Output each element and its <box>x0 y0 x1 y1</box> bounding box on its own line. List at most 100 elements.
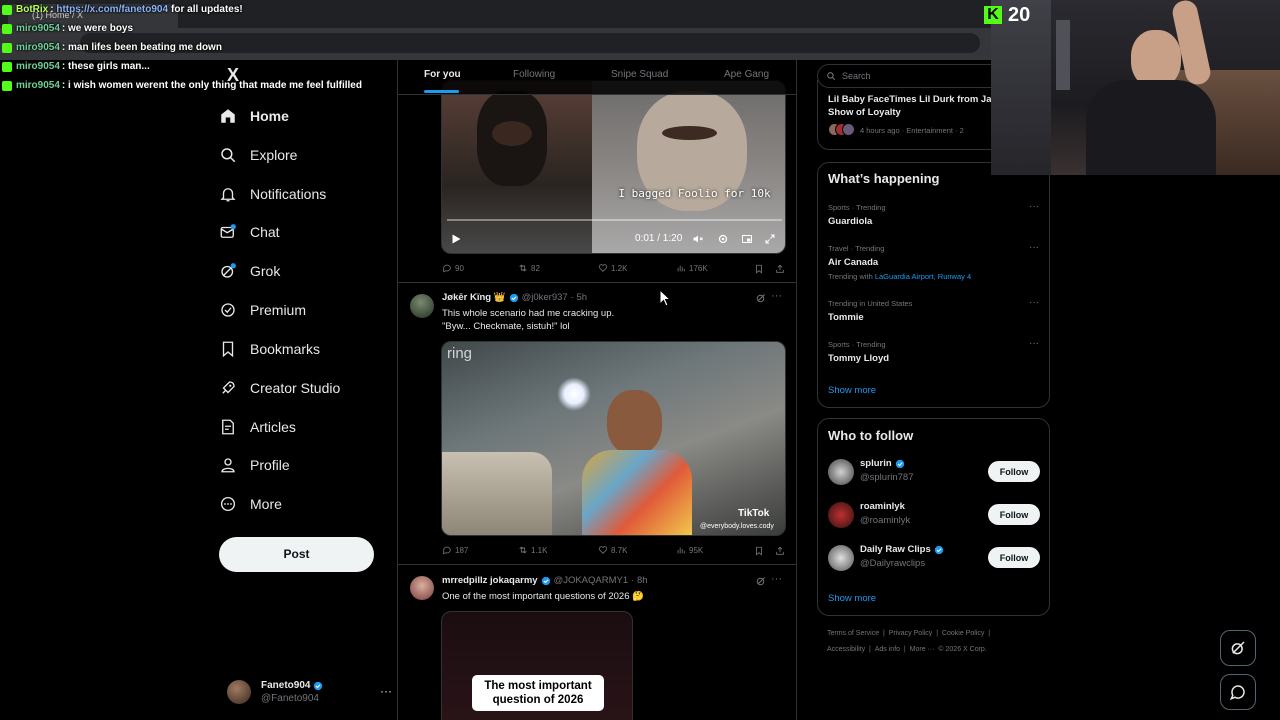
news-headline[interactable]: Lil Baby FaceTimes Lil Durk from Ja Show… <box>828 93 992 119</box>
news-meta: 4 hours ago · Entertainment · 2 <box>860 126 964 135</box>
footer-accessibility[interactable]: Accessibility <box>827 646 865 653</box>
chat-badge-icon <box>2 61 12 72</box>
pip-icon[interactable] <box>741 233 753 245</box>
post-text-line: This whole scenario had me cracking up. <box>442 308 615 319</box>
settings-icon[interactable] <box>717 233 729 245</box>
fullscreen-icon[interactable] <box>764 233 776 245</box>
kick-logo-icon: K <box>984 6 1002 24</box>
trend-more-icon[interactable]: ··· <box>1029 201 1039 212</box>
post-more-icon[interactable]: ··· <box>771 573 782 585</box>
trend-with-links[interactable]: LaGuardia Airport, Runway 4 <box>875 272 971 281</box>
footer-ads[interactable]: Ads info <box>875 646 900 653</box>
post-author-handle[interactable]: @j0ker937 <box>522 292 568 303</box>
active-tab-indicator <box>424 90 459 93</box>
follow-button[interactable]: Follow <box>988 504 1040 525</box>
footer-sep: | <box>936 630 939 637</box>
account-more-icon[interactable]: ··· <box>380 684 392 698</box>
footer-cookie[interactable]: Cookie Policy <box>942 630 984 637</box>
trend-more-icon[interactable]: ··· <box>1029 242 1039 253</box>
reply-button[interactable]: 187 <box>442 545 468 555</box>
post-button[interactable]: Post <box>219 537 374 572</box>
bookmark-icon[interactable] <box>754 546 764 556</box>
video-progress[interactable] <box>447 219 782 221</box>
footer-more[interactable]: More ··· <box>910 646 935 653</box>
follow-handle: @Dailyrawclips <box>860 558 926 569</box>
nav-label: Profile <box>250 457 290 473</box>
messages-float-button[interactable] <box>1220 674 1256 710</box>
verified-badge-icon <box>895 459 904 468</box>
follow-suggestion[interactable]: Daily Raw Clips @Dailyrawclips Follow <box>828 541 1040 575</box>
tab-ape-gang[interactable]: Ape Gang <box>724 69 769 80</box>
nav-premium[interactable]: Premium <box>219 291 306 329</box>
nav-explore[interactable]: Explore <box>219 136 297 174</box>
grok-float-button[interactable] <box>1220 630 1256 666</box>
nav-notifications[interactable]: Notifications <box>219 175 326 213</box>
repost-button[interactable]: 82 <box>518 263 540 273</box>
follow-button[interactable]: Follow <box>988 547 1040 568</box>
tab-following[interactable]: Following <box>513 69 555 80</box>
post-more-icon[interactable]: ··· <box>771 290 782 302</box>
nav-label: Articles <box>250 419 296 435</box>
share-icon[interactable] <box>775 264 785 274</box>
nav-label: Chat <box>250 224 280 240</box>
post-author-handle[interactable]: @JOKAQARMY1 <box>554 575 629 586</box>
repost-button[interactable]: 1.1K <box>518 545 547 555</box>
follow-show-more[interactable]: Show more <box>828 593 876 604</box>
play-icon[interactable] <box>450 233 462 245</box>
follow-button[interactable]: Follow <box>988 461 1040 482</box>
like-button[interactable]: 1.2K <box>598 263 627 273</box>
nav-chat[interactable]: Chat <box>219 213 280 251</box>
avatar[interactable] <box>410 576 434 600</box>
nav-grok[interactable]: Grok <box>219 252 280 290</box>
verified-icon <box>221 303 235 317</box>
nav-articles[interactable]: Articles <box>219 408 296 446</box>
post-time[interactable]: · 5h <box>571 292 587 303</box>
bookmark-icon[interactable] <box>754 264 764 274</box>
share-icon[interactable] <box>775 546 785 556</box>
left-sidebar: X Home Explore Notifications Chat Grok P… <box>219 60 397 720</box>
post-author-name[interactable]: Jøkēr Kïng 👑 <box>442 292 506 303</box>
follow-suggestion[interactable]: roaminlyk @roaminlyk Follow <box>828 498 1040 532</box>
trend-more-icon[interactable]: ··· <box>1029 297 1039 308</box>
trends-show-more[interactable]: Show more <box>828 385 876 396</box>
post-media[interactable]: The most important question of 2026 <box>441 611 633 720</box>
video-right-frame <box>592 81 785 253</box>
chat-link[interactable]: https://x.com/faneto904 <box>56 4 168 15</box>
grok-icon[interactable] <box>755 292 767 304</box>
article-icon <box>222 419 234 435</box>
reply-icon <box>443 546 451 555</box>
bookmark-icon <box>222 341 234 358</box>
trend-meta: Sports · Trending <box>828 203 886 212</box>
account-switcher[interactable]: Faneto904 @Faneto904 ··· <box>227 672 392 712</box>
tab-snipe-squad[interactable]: Snipe Squad <box>611 69 668 80</box>
trend-name[interactable]: Tommie <box>828 312 864 323</box>
news-headline-line: Lil Baby FaceTimes Lil Durk from Ja <box>828 94 992 105</box>
post-time[interactable]: · 8h <box>631 575 647 586</box>
avatar[interactable] <box>410 294 434 318</box>
footer-privacy[interactable]: Privacy Policy <box>889 630 933 637</box>
reply-button[interactable]: 90 <box>442 263 464 273</box>
nav-more[interactable]: More <box>219 485 282 523</box>
like-button[interactable]: 8.7K <box>598 545 627 555</box>
trend-name[interactable]: Guardiola <box>828 216 872 227</box>
tab-for-you[interactable]: For you <box>424 69 461 80</box>
trend-more-icon[interactable]: ··· <box>1029 338 1039 349</box>
nav-bookmarks[interactable]: Bookmarks <box>219 330 320 368</box>
views-button[interactable]: 176K <box>676 263 708 273</box>
chat-line: BotRix : https://x.com/faneto904 for all… <box>0 0 420 19</box>
chat-message: : these girls man... <box>61 61 150 72</box>
follow-suggestion[interactable]: splurin @splurin787 Follow <box>828 455 1040 489</box>
grok-icon[interactable] <box>755 575 767 587</box>
post-media[interactable]: ring TikTok @everybody.loves.cody <box>441 341 786 536</box>
post-author-name[interactable]: mrredpillz jokaqarmy <box>442 575 538 586</box>
trend-name[interactable]: Tommy Lloyd <box>828 353 889 364</box>
footer-terms[interactable]: Terms of Service <box>827 630 879 637</box>
post-video[interactable]: I bagged Foolio for 10k 0:01 / 1:20 <box>441 80 786 254</box>
mute-icon[interactable] <box>692 233 704 245</box>
nav-profile[interactable]: Profile <box>219 446 290 484</box>
nav-creator-studio[interactable]: Creator Studio <box>219 369 340 407</box>
nav-label: Creator Studio <box>250 380 341 396</box>
nav-home[interactable]: Home <box>219 97 289 135</box>
trend-name[interactable]: Air Canada <box>828 257 878 268</box>
views-button[interactable]: 95K <box>676 545 703 555</box>
